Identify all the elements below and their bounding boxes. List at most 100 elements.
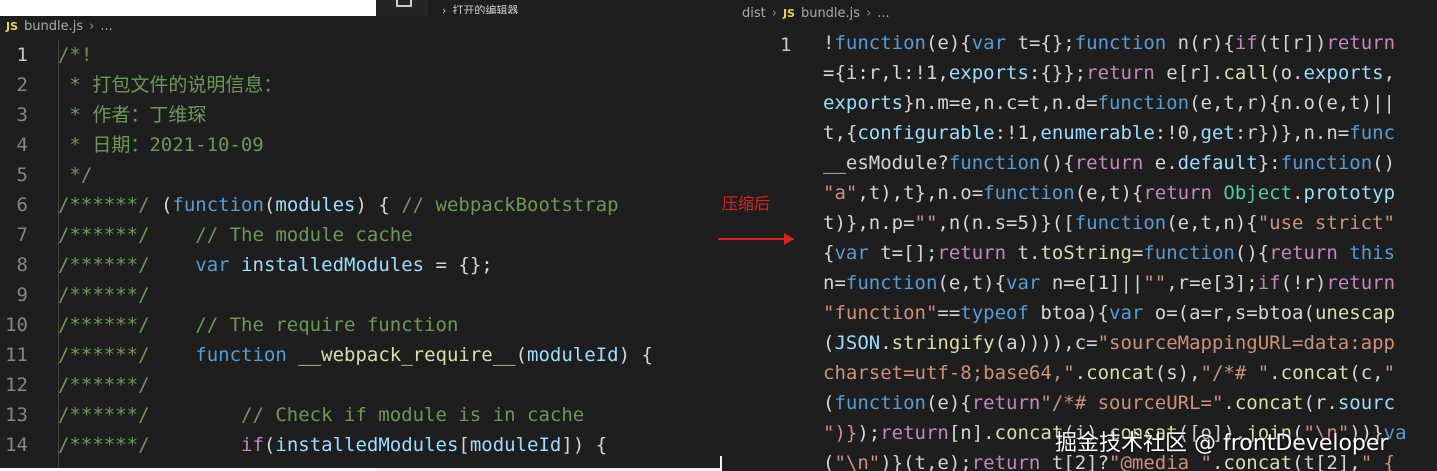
code-line[interactable]: 2 * 打包文件的说明信息：: [0, 70, 720, 100]
code-token: n=e[1]||: [1040, 272, 1144, 294]
open-editors-header[interactable]: › 打开的编辑器: [442, 2, 518, 14]
code-line[interactable]: 10 /******/ // The require function: [0, 310, 720, 340]
breadcrumb-folder[interactable]: dist: [742, 6, 766, 21]
line-number: 1: [16, 44, 28, 66]
breadcrumb-file[interactable]: bundle.js: [24, 19, 83, 34]
code-token: (e){: [925, 392, 972, 414]
code-line[interactable]: "a",t),t},n.o=function(e,t){return Objec…: [823, 178, 1395, 208]
code-token: var: [195, 254, 230, 276]
code-line[interactable]: n=function(e,t){var n=e[1]||"",r=e[3];if…: [823, 268, 1395, 298]
code-token: .: [1269, 362, 1281, 384]
line-text: * 打包文件的说明信息：: [58, 70, 282, 100]
line-number: 9: [16, 284, 28, 306]
code-line[interactable]: 1 /*!: [0, 40, 720, 70]
line-text: * 作者：丁维琛: [58, 100, 206, 130]
code-line[interactable]: 11 /******/ function __webpack_require__(…: [0, 340, 720, 370]
code-token: "/*# ": [1200, 362, 1270, 384]
line-number: 13: [5, 404, 28, 426]
line-number: 2: [16, 74, 28, 96]
code-token: /******/: [58, 344, 196, 366]
code-token: (: [823, 392, 835, 414]
code-token: /******/: [58, 284, 150, 306]
breadcrumb-file[interactable]: bundle.js: [801, 6, 860, 21]
code-token: ]) {: [561, 434, 608, 456]
code-token: return: [1269, 242, 1338, 264]
breadcrumb-more[interactable]: ...: [877, 6, 889, 21]
code-token: function: [1097, 92, 1190, 114]
code-token: =: [1131, 242, 1144, 264]
code-token: call: [1223, 62, 1270, 84]
code-token: /*!: [58, 44, 93, 66]
line-number: 11: [5, 344, 28, 366]
code-line[interactable]: (JSON.stringify(a)))),c="sourceMappingUR…: [823, 328, 1395, 358]
code-line[interactable]: 4 * 日期：2021-10-09: [0, 130, 720, 160]
code-token: btoa: [1257, 302, 1304, 324]
code-token: :{}};: [1028, 62, 1087, 84]
code-token: prototyp: [1303, 182, 1396, 204]
line-text: /******/ // Check if module is in cache: [58, 400, 584, 430]
code-token: * 作者：丁维琛: [58, 104, 207, 126]
code-line[interactable]: charset=utf-8;base64,".concat(s),"/*# ".…: [823, 358, 1395, 388]
code-line[interactable]: 6/******/ (function(modules) { // webpac…: [0, 190, 720, 220]
code-line[interactable]: 3 * 作者：丁维琛: [0, 100, 720, 130]
code-line[interactable]: 9 /******/: [0, 280, 720, 310]
code-line[interactable]: 12 /******/: [0, 370, 720, 400]
code-token: function: [195, 344, 287, 366]
code-line[interactable]: 14 /******/ if(installedModules[moduleId]…: [0, 430, 720, 460]
code-token: function: [845, 272, 938, 294]
code-token: {: [823, 242, 835, 264]
code-token: [: [458, 434, 470, 456]
code-token: return: [1326, 272, 1396, 294]
code-line[interactable]: __esModule?function(){return e.default}:…: [823, 148, 1395, 178]
breadcrumb-more[interactable]: ...: [100, 19, 112, 34]
code-line[interactable]: !function(e){var t={};function n(r){if(t…: [823, 28, 1395, 58]
chevron-right-icon: ›: [89, 19, 95, 34]
code-token: ) {: [355, 194, 402, 216]
code-line[interactable]: 13 /******/ // Check if module is in cach…: [0, 400, 720, 430]
code-token: exports: [948, 62, 1029, 84]
code-token: t)},n.p=: [823, 212, 915, 234]
code-token: concat: [1234, 392, 1304, 414]
code-token: (e,t){: [1074, 182, 1144, 204]
code-token: exports: [1303, 62, 1384, 84]
line-text: /******/ if(installedModules[moduleId]) …: [58, 430, 607, 460]
code-token: // The module cache: [195, 224, 413, 246]
code-token: var: [1006, 272, 1041, 294]
code-line[interactable]: ={i:r,l:!1,exports:{}};return e[r].call(…: [823, 58, 1395, 88]
code-token: exports: [823, 92, 904, 114]
code-token: */: [58, 164, 93, 186]
code-token: (): [1372, 152, 1396, 174]
code-line[interactable]: t,{configurable:!1,enumerable:!0,get:r})…: [823, 118, 1395, 148]
code-token: e.: [1143, 152, 1178, 174]
code-line[interactable]: 8 /******/ var installedModules = {};: [0, 250, 720, 280]
line-number: 7: [16, 224, 28, 246]
source-editor[interactable]: JS bundle.js ›... 1/*! 2 * 打包文件的说明信息： 3 * 作者…: [0, 16, 720, 468]
code-token: t=[];: [868, 242, 938, 264]
code-token: (o.: [1269, 62, 1304, 84]
line-number: 10: [5, 314, 28, 336]
code-line[interactable]: exports}n.m=e,n.c=t,n.d=function(e,t,r){…: [823, 88, 1395, 118]
code-token: :!1,: [994, 122, 1041, 144]
line-number: 8: [16, 254, 28, 276]
code-token: concat: [1086, 362, 1155, 384]
code-token: .: [1292, 182, 1304, 204]
code-token: return: [1086, 62, 1155, 84]
code-token: default: [1177, 152, 1258, 174]
code-line[interactable]: (function(e){return"/*# sourceURL=".conc…: [823, 388, 1395, 418]
code-token: (e){: [925, 32, 972, 54]
code-token: // webpackBootstrap: [401, 194, 619, 216]
code-token: function: [948, 152, 1041, 174]
code-line[interactable]: t)},n.p="",n(n.s=5)}([function(e,t,n){"u…: [823, 208, 1395, 238]
code-token: ")}: [823, 422, 858, 444]
code-token: t.: [1006, 242, 1041, 264]
minified-editor[interactable]: dist › JS bundle.js ›... 1 !function(e){var …: [722, 0, 1437, 471]
code-line[interactable]: "function"==typeof btoa){var o=(a=r,s=bt…: [823, 298, 1395, 328]
code-line[interactable]: 5 */: [0, 160, 720, 190]
explorer-icon[interactable]: [396, 0, 412, 7]
code-line[interactable]: {var t=[];return t.toString=function(){r…: [823, 238, 1395, 268]
code-token: stringify: [891, 332, 995, 354]
chevron-right-icon: ›: [771, 6, 777, 21]
code-token: function: [1143, 242, 1235, 264]
code-line[interactable]: 7 /******/ // The module cache: [0, 220, 720, 250]
